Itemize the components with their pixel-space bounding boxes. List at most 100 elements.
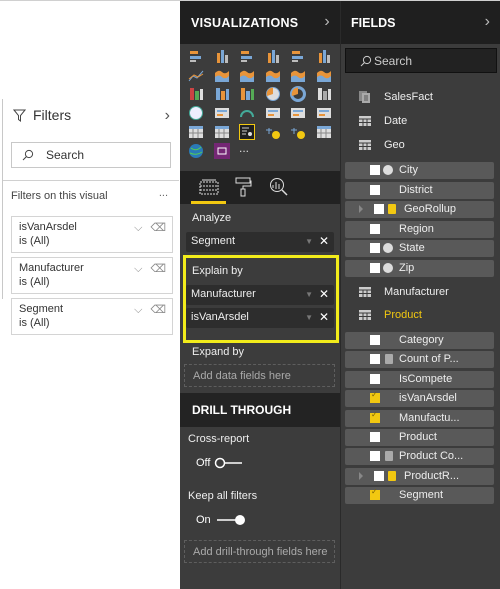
- eraser-icon[interactable]: ⌫: [150, 221, 166, 235]
- explain-field-well-isvanarsdel[interactable]: isVanArsdel ▼ ✕: [186, 308, 334, 328]
- table-salesfact[interactable]: SalesFact: [359, 91, 433, 103]
- expand-arrow-icon[interactable]: [359, 205, 363, 213]
- keep-filters-toggle[interactable]: On: [196, 514, 246, 526]
- analyze-field-well[interactable]: Segment ▼ ✕: [186, 232, 334, 252]
- area-chart-icon[interactable]: [214, 67, 230, 83]
- multi-row-card-icon[interactable]: [290, 105, 306, 121]
- kpi-icon[interactable]: [316, 105, 332, 121]
- 100-stacked-column-chart-icon[interactable]: [316, 48, 332, 64]
- filter-card-segment[interactable]: Segment is (All) ⌵ ⌫: [11, 298, 173, 335]
- chevron-down-icon[interactable]: ⌵: [134, 262, 142, 276]
- eraser-icon[interactable]: ⌫: [150, 262, 166, 276]
- field-row-manufactu[interactable]: Manufactu...: [345, 409, 494, 427]
- donut-chart-icon[interactable]: [290, 86, 306, 102]
- field-checkbox[interactable]: [370, 335, 380, 345]
- stacked-bar-chart-icon[interactable]: [188, 48, 204, 64]
- field-checkbox[interactable]: [374, 204, 384, 214]
- line-stacked-column-chart-icon[interactable]: [265, 67, 281, 83]
- remove-field-icon[interactable]: ✕: [319, 234, 329, 248]
- filters-search-input[interactable]: Search: [11, 142, 171, 168]
- field-row-segment[interactable]: Segment: [345, 487, 494, 505]
- expand-by-drop-zone[interactable]: Add data fields here: [184, 364, 335, 387]
- field-checkbox[interactable]: [370, 487, 380, 501]
- field-checkbox[interactable]: [370, 390, 380, 404]
- chevron-down-icon[interactable]: ⌵: [134, 221, 142, 235]
- table-geo[interactable]: Geo: [359, 139, 405, 151]
- collapse-filters-chevron-icon[interactable]: ›: [165, 107, 170, 125]
- collapse-fields-chevron-icon[interactable]: ›: [485, 13, 490, 31]
- more-visuals-icon[interactable]: ...: [239, 142, 255, 159]
- tab-analytics[interactable]: [264, 175, 294, 199]
- field-row-district[interactable]: District: [345, 181, 494, 199]
- treemap-icon[interactable]: [316, 86, 332, 102]
- field-checkbox[interactable]: [370, 165, 380, 175]
- field-row-iscompete[interactable]: IsCompete: [345, 370, 494, 388]
- remove-field-icon[interactable]: ✕: [319, 287, 329, 301]
- more-options-button[interactable]: ...: [159, 187, 168, 199]
- gauge-icon[interactable]: [239, 105, 255, 121]
- expand-arrow-icon[interactable]: [359, 471, 363, 480]
- chevron-down-icon[interactable]: ⌵: [134, 303, 142, 317]
- filter-card-manufacturer[interactable]: Manufacturer is (All) ⌵ ⌫: [11, 257, 173, 294]
- line-chart-icon[interactable]: [188, 67, 204, 83]
- ribbon-chart-icon[interactable]: [316, 67, 332, 83]
- clustered-column-chart-icon[interactable]: [265, 48, 281, 64]
- dropdown-icon[interactable]: ▼: [305, 313, 313, 322]
- dropdown-icon[interactable]: ▼: [305, 290, 313, 299]
- field-checkbox[interactable]: [370, 243, 380, 253]
- table-manufacturer[interactable]: Manufacturer: [359, 286, 449, 298]
- stacked-area-chart-icon[interactable]: [239, 67, 255, 83]
- tab-format[interactable]: [228, 175, 258, 199]
- drill-through-drop-zone[interactable]: Add drill-through fields here: [184, 540, 335, 563]
- key-influencers-icon[interactable]: [239, 124, 255, 140]
- card-icon[interactable]: [265, 105, 281, 121]
- map-icon[interactable]: [188, 105, 204, 121]
- field-row-productr[interactable]: ProductR...: [345, 467, 494, 485]
- qa-icon[interactable]: [290, 124, 306, 140]
- decomposition-tree-icon[interactable]: [265, 124, 281, 140]
- field-checkbox[interactable]: [374, 470, 384, 481]
- field-row-count-of-p[interactable]: Count of P...: [345, 351, 494, 369]
- globe-map-icon[interactable]: [188, 143, 204, 159]
- field-checkbox[interactable]: [370, 262, 380, 273]
- fields-search-input[interactable]: Search: [345, 48, 497, 73]
- field-checkbox[interactable]: [370, 373, 380, 384]
- field-row-georollup[interactable]: GeoRollup: [345, 201, 494, 218]
- field-row-city[interactable]: City: [345, 162, 494, 179]
- field-checkbox[interactable]: [370, 432, 380, 442]
- field-row-zip[interactable]: Zip: [345, 259, 494, 277]
- remove-field-icon[interactable]: ✕: [319, 310, 329, 324]
- 100-stacked-bar-chart-icon[interactable]: [290, 48, 306, 64]
- slicer-icon[interactable]: [188, 124, 204, 140]
- dropdown-icon[interactable]: ▼: [305, 237, 313, 246]
- tab-fields[interactable]: [194, 175, 224, 199]
- field-row-product[interactable]: Product: [345, 429, 494, 446]
- table-product[interactable]: Product: [359, 309, 422, 321]
- explain-field-well-manufacturer[interactable]: Manufacturer ▼ ✕: [186, 285, 334, 305]
- field-checkbox[interactable]: [370, 451, 380, 462]
- table-visual-icon[interactable]: [214, 124, 230, 140]
- field-checkbox[interactable]: [370, 410, 380, 423]
- table-date[interactable]: Date: [359, 115, 407, 127]
- field-row-category[interactable]: Category: [345, 332, 494, 349]
- cross-report-toggle[interactable]: Off: [196, 457, 244, 469]
- field-row-state[interactable]: State: [345, 240, 494, 257]
- funnel-chart-icon[interactable]: [214, 86, 230, 102]
- filled-map-icon[interactable]: [214, 105, 230, 121]
- stacked-column-chart-icon[interactable]: [214, 48, 230, 64]
- collapse-visualizations-chevron-icon[interactable]: ›: [324, 13, 330, 31]
- field-row-product-co[interactable]: Product Co...: [345, 448, 494, 466]
- filter-card-isvanarsdel[interactable]: isVanArsdel is (All) ⌵ ⌫: [11, 216, 173, 253]
- power-apps-icon[interactable]: [213, 143, 230, 159]
- eraser-icon[interactable]: ⌫: [150, 303, 166, 317]
- field-checkbox[interactable]: [370, 223, 380, 234]
- waterfall-chart-icon[interactable]: [188, 86, 204, 102]
- clustered-bar-chart-icon[interactable]: [239, 48, 255, 64]
- field-checkbox[interactable]: [370, 354, 380, 365]
- field-checkbox[interactable]: [370, 184, 380, 195]
- pie-chart-icon[interactable]: [265, 86, 281, 102]
- matrix-icon[interactable]: [316, 124, 332, 140]
- field-row-isvanarsdel[interactable]: isVanArsdel: [345, 390, 494, 408]
- scatter-chart-icon[interactable]: [239, 86, 255, 102]
- line-clustered-column-chart-icon[interactable]: [290, 67, 306, 83]
